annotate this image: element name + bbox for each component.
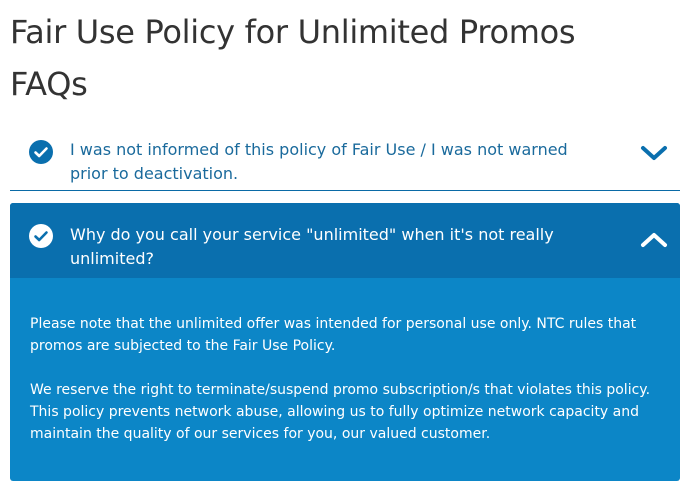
- check-circle-icon: [29, 224, 53, 252]
- faq-question: I was not informed of this policy of Fai…: [70, 140, 568, 183]
- page-title: Fair Use Policy for Unlimited Promos FAQ…: [10, 13, 576, 103]
- faq-answer: Please note that the unlimited offer was…: [30, 313, 660, 467]
- faq-header[interactable]: Why do you call your service "unlimited"…: [10, 203, 680, 278]
- check-circle-icon: [29, 140, 53, 168]
- chevron-down-icon[interactable]: [640, 144, 668, 166]
- faq-item-fair-use-not-informed[interactable]: I was not informed of this policy of Fai…: [10, 130, 680, 191]
- faq-answer-paragraph: We reserve the right to terminate/suspen…: [30, 382, 651, 442]
- faq-page: Fair Use Policy for Unlimited Promos FAQ…: [0, 0, 692, 489]
- faq-question: Why do you call your service "unlimited"…: [70, 225, 554, 268]
- faq-answer-paragraph: Please note that the unlimited offer was…: [30, 316, 637, 354]
- faq-item-why-unlimited: Why do you call your service "unlimited"…: [10, 203, 680, 481]
- chevron-up-icon[interactable]: [640, 231, 668, 253]
